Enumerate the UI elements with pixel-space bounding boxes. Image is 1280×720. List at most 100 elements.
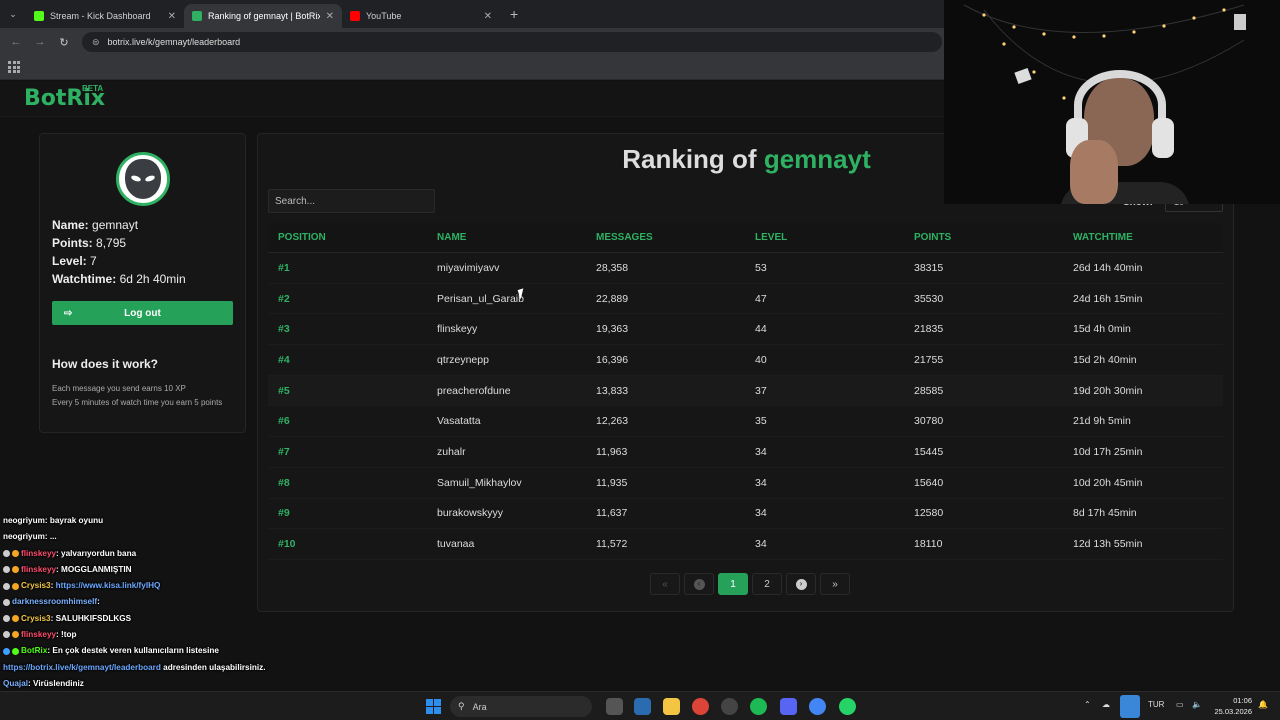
cell-position: #2: [278, 292, 290, 305]
store-icon[interactable]: [634, 698, 651, 715]
chat-message: BotRix: En çok destek veren kullanıcılar…: [0, 643, 300, 659]
last-page-button[interactable]: »: [820, 573, 850, 595]
profile-watchtime: 6d 2h 40min: [119, 272, 186, 286]
close-tab-icon[interactable]: ✕: [168, 11, 176, 22]
chat-message: Crysis3: https://www.kisa.link/fyIHQ: [0, 578, 300, 594]
page-2-button[interactable]: 2: [752, 573, 782, 595]
first-page-button[interactable]: «: [650, 573, 680, 595]
chat-text: : SALUHKIFSDLKGS: [50, 613, 132, 623]
windows-taskbar: ⚲ Ara ⌃ ☁ TUR ▭ 🔈 01:06 25.03.2026 🔔: [0, 691, 1280, 720]
chat-text: : yalvarıyordun bana: [56, 548, 137, 558]
tab-botrix-ranking[interactable]: Ranking of gemnayt | BotRix - ✕: [184, 4, 342, 28]
col-position-header[interactable]: POSITION: [268, 232, 427, 243]
clock-time: 01:06: [1233, 696, 1252, 705]
tab-title: Ranking of gemnayt | BotRix -: [208, 11, 320, 21]
chat-message: Crysis3: SALUHKIFSDLKGS: [0, 611, 300, 627]
chat-message: flinskeyy: MOGGLANMIŞTIN: [0, 562, 300, 578]
cell-watchtime: 15d 4h 0min: [1073, 323, 1131, 336]
streamer: [1060, 70, 1190, 204]
chat-username[interactable]: flinskeyy: [21, 630, 56, 639]
chat-text: : ...: [44, 532, 57, 542]
network-icon[interactable]: ▭: [1176, 700, 1184, 709]
cell-messages: 16,396: [596, 353, 629, 366]
chat-username[interactable]: Quajal: [3, 679, 28, 688]
chat-link[interactable]: https://botrix.live/k/gemnayt/leaderboar…: [3, 663, 161, 672]
tab-search-button[interactable]: ⌄: [0, 0, 26, 28]
chat-username[interactable]: flinskeyy: [21, 549, 56, 558]
tab-youtube[interactable]: YouTube ✕: [342, 4, 500, 28]
close-tab-icon[interactable]: ✕: [484, 11, 492, 22]
sign-out-icon: ⇨: [64, 307, 73, 319]
alien-avatar-icon: [125, 159, 161, 199]
chat-text: : MOGGLANMIŞTIN: [56, 564, 132, 574]
cell-name: qtrzeynepp: [437, 353, 489, 366]
chat-username[interactable]: BotRix: [21, 646, 47, 655]
close-tab-icon[interactable]: ✕: [326, 11, 334, 22]
cell-name: preacherofdune: [437, 384, 511, 397]
apps-grid-icon[interactable]: [8, 61, 20, 73]
cell-level: 47: [755, 292, 767, 305]
taskbar-search[interactable]: ⚲ Ara: [450, 696, 592, 717]
chrome-active-icon[interactable]: [809, 698, 826, 715]
windows-start-icon[interactable]: [426, 699, 441, 714]
chat-badge-icon: [3, 582, 10, 590]
volume-icon[interactable]: 🔈: [1192, 700, 1202, 709]
col-name-header[interactable]: NAME: [427, 232, 586, 243]
cell-watchtime: 8d 17h 45min: [1073, 507, 1137, 520]
notification-bell-icon[interactable]: 🔔: [1258, 700, 1268, 709]
spotify-icon[interactable]: [750, 698, 767, 715]
cell-name: flinskeyy: [437, 323, 478, 336]
col-level-header[interactable]: LEVEL: [745, 232, 904, 243]
forward-arrow-icon[interactable]: →: [28, 36, 52, 48]
task-view-icon[interactable]: [606, 698, 623, 715]
chat-username[interactable]: neogriyum: [3, 516, 45, 525]
chat-badge-icon: [12, 566, 19, 574]
chat-badge-icon: [3, 647, 10, 655]
cloud-icon[interactable]: ☁: [1102, 700, 1110, 709]
chat-message: neogriyum: ...: [0, 529, 300, 545]
cell-name: Perisan_ul_Garaib: [437, 292, 524, 305]
microphone-icon[interactable]: [1120, 695, 1140, 718]
chat-username[interactable]: neogriyum: [3, 532, 45, 541]
new-tab-button[interactable]: +: [510, 6, 518, 22]
back-arrow-icon[interactable]: ←: [4, 36, 28, 48]
site-info-icon[interactable]: ⊜: [92, 37, 100, 48]
url-bar[interactable]: ⊜ botrix.live/k/gemnayt/leaderboard: [82, 32, 942, 52]
cell-messages: 28,358: [596, 261, 629, 274]
cell-watchtime: 24d 16h 15min: [1073, 292, 1143, 305]
next-page-button[interactable]: ›: [786, 573, 816, 595]
col-messages-header[interactable]: MESSAGES: [586, 232, 745, 243]
chrome-icon[interactable]: [692, 698, 709, 715]
table-header: POSITION NAME MESSAGES LEVEL POINTS WATC…: [268, 223, 1223, 253]
col-watchtime-header[interactable]: WATCHTIME: [1063, 232, 1222, 243]
col-points-header[interactable]: POINTS: [904, 232, 1063, 243]
search-input[interactable]: [268, 189, 435, 213]
cell-messages: 13,833: [596, 384, 629, 397]
tray-chevron-icon[interactable]: ⌃: [1084, 700, 1091, 709]
chat-username[interactable]: Crysis3: [21, 614, 51, 623]
reload-icon[interactable]: ↻: [52, 36, 76, 49]
chat-text: : bayrak oyunu: [44, 516, 104, 525]
prev-page-button[interactable]: ‹: [684, 573, 714, 595]
chat-username[interactable]: Crysis3: [21, 581, 51, 590]
chat-link[interactable]: https://www.kisa.link/fyIHQ: [56, 581, 161, 590]
chat-badge-icon: [3, 631, 10, 639]
clock[interactable]: 01:06 25.03.2026: [1212, 695, 1252, 717]
chat-badge-icon: [12, 615, 19, 623]
cell-position: #4: [278, 353, 290, 366]
page-1-button[interactable]: 1: [718, 573, 748, 595]
cell-messages: 11,637: [596, 507, 628, 520]
whatsapp-icon[interactable]: [839, 698, 856, 715]
discord-icon[interactable]: [780, 698, 797, 715]
obs-icon[interactable]: [721, 698, 738, 715]
keyboard-language[interactable]: TUR: [1148, 700, 1164, 709]
profile-name: gemnayt: [92, 218, 139, 232]
tab-kick-dashboard[interactable]: Stream - Kick Dashboard ✕: [26, 4, 184, 28]
chat-username[interactable]: darknessroomhimself: [12, 597, 97, 606]
file-explorer-icon[interactable]: [663, 698, 680, 715]
chat-username[interactable]: flinskeyy: [21, 565, 56, 574]
cell-name: zuhalr: [437, 445, 466, 458]
table-row: #1 miyavimiyavv 28,358 53 38315 26d 14h 40min: [268, 253, 1223, 284]
logout-button[interactable]: ⇨ Log out: [52, 301, 233, 325]
watchtime-label: Watchtime:: [52, 272, 117, 286]
